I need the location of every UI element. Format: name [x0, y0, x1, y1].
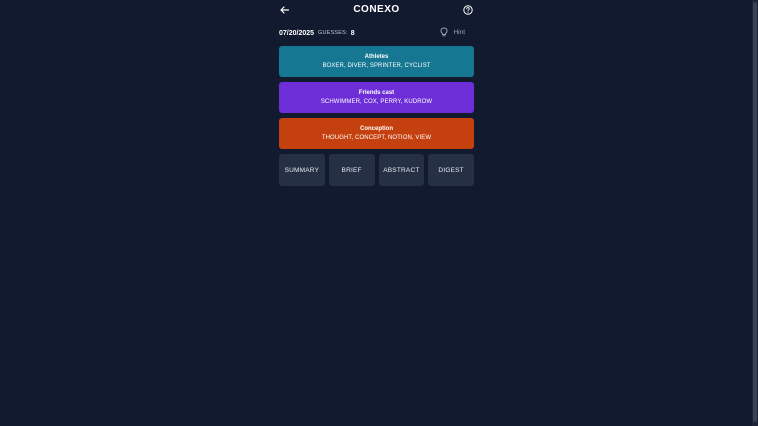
group-name: Conception — [360, 126, 393, 132]
header: CONEXO — [279, 0, 474, 21]
guesses-label: GUESSES: — [318, 30, 348, 36]
word-tile-summary[interactable]: SUMMARY — [279, 154, 325, 186]
solved-groups: Athletes BOXER, DIVER, SPRINTER, CYCLIST… — [279, 46, 474, 149]
solved-group-athletes: Athletes BOXER, DIVER, SPRINTER, CYCLIST — [279, 46, 474, 77]
lightbulb-icon — [440, 27, 448, 37]
group-words: SCHWIMMER, COX, PERRY, KUDROW — [320, 99, 433, 105]
solved-group-conception: Conception THOUGHT, CONCEPT, NOTION, VIE… — [279, 118, 474, 149]
help-button[interactable] — [462, 4, 474, 16]
group-words: BOXER, DIVER, SPRINTER, CYCLIST — [322, 63, 431, 69]
word-tiles: SUMMARY BRIEF ABSTRACT DIGEST — [279, 154, 474, 186]
group-name: Athletes — [364, 54, 389, 60]
group-name: Friends cast — [358, 90, 395, 96]
word-tile-brief[interactable]: BRIEF — [328, 154, 375, 186]
puzzle-date: 07/20/2025 — [279, 29, 315, 37]
guesses-count: 8 — [350, 29, 355, 37]
scrollbar-thumb[interactable] — [753, 2, 757, 422]
game-container: CONEXO 07/20/2025 GUESSES: 8 Hint Athlet… — [279, 0, 474, 186]
hint-button[interactable]: Hint — [440, 27, 465, 37]
page-title: CONEXO — [353, 4, 400, 15]
group-words: THOUGHT, CONCEPT, NOTION, VIEW — [321, 135, 432, 141]
question-circle-icon — [463, 5, 473, 15]
solved-group-friends-cast: Friends cast SCHWIMMER, COX, PERRY, KUDR… — [279, 82, 474, 113]
page-scrollbar[interactable] — [752, 0, 758, 426]
hint-label: Hint — [453, 28, 465, 36]
word-tile-abstract[interactable]: ABSTRACT — [378, 154, 425, 186]
status-row: 07/20/2025 GUESSES: 8 Hint — [279, 26, 474, 40]
word-tile-digest[interactable]: DIGEST — [428, 154, 474, 186]
